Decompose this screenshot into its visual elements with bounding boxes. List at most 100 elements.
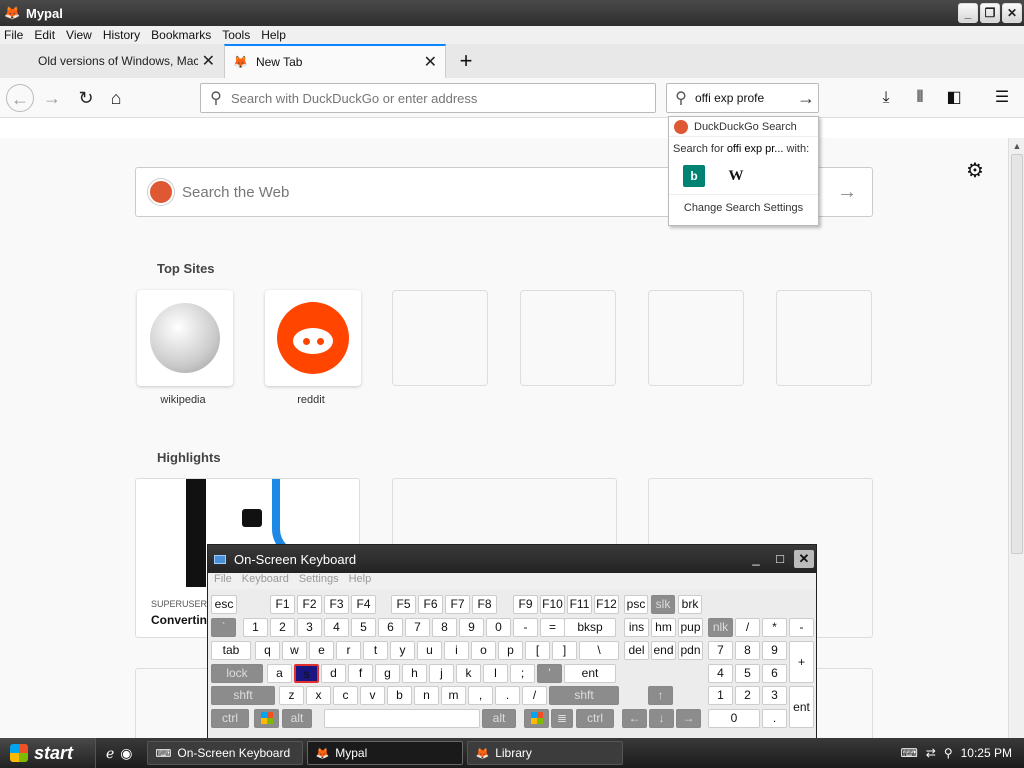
- osk-key[interactable]: -: [789, 618, 814, 637]
- home-icon[interactable]: ⌂: [102, 84, 130, 112]
- osk-key[interactable]: 3: [762, 686, 787, 705]
- library-icon[interactable]: ⫴: [906, 84, 934, 112]
- internet-explorer-icon[interactable]: ℯ: [106, 745, 114, 762]
- osk-key[interactable]: 4: [708, 664, 733, 683]
- osk-key[interactable]: ←: [622, 709, 647, 728]
- osk-key[interactable]: e: [309, 641, 334, 660]
- osk-key[interactable]: o: [471, 641, 496, 660]
- tab-old-versions[interactable]: Old versions of Windows, Mac and Linux ✕: [20, 44, 223, 78]
- osk-key[interactable]: v: [360, 686, 385, 705]
- osk-windows-key[interactable]: [524, 709, 549, 728]
- url-bar[interactable]: ⚲: [200, 83, 656, 113]
- osk-key[interactable]: ,: [468, 686, 493, 705]
- osk-key[interactable]: 0: [708, 709, 760, 728]
- osk-key[interactable]: pdn: [678, 641, 703, 660]
- osk-key[interactable]: .: [495, 686, 520, 705]
- osk-key[interactable]: bksp: [564, 618, 616, 637]
- osk-key[interactable]: 9: [762, 641, 787, 660]
- osk-key[interactable]: F7: [445, 595, 470, 614]
- osk-key[interactable]: s: [294, 664, 319, 683]
- maximize-button[interactable]: ❐: [980, 3, 1000, 23]
- osk-key[interactable]: F8: [472, 595, 497, 614]
- top-site-wikipedia[interactable]: [137, 290, 233, 386]
- forward-arrow-icon[interactable]: →: [38, 84, 66, 112]
- task-mypal[interactable]: 🦊 Mypal: [306, 741, 463, 765]
- osk-key[interactable]: 0: [486, 618, 511, 637]
- osk-key[interactable]: F6: [418, 595, 443, 614]
- osk-key[interactable]: 1: [243, 618, 268, 637]
- top-site-empty[interactable]: [648, 290, 744, 386]
- hamburger-menu-icon[interactable]: ☰: [988, 84, 1016, 112]
- osk-key[interactable]: 6: [378, 618, 403, 637]
- osk-key[interactable]: ↓: [649, 709, 674, 728]
- osk-key[interactable]: ctrl: [211, 709, 249, 728]
- menu-history[interactable]: History: [103, 28, 140, 42]
- osk-key[interactable]: p: [498, 641, 523, 660]
- osk-key[interactable]: d: [321, 664, 346, 683]
- task-on-screen-keyboard[interactable]: ⌨ On-Screen Keyboard: [146, 741, 303, 765]
- network-icon[interactable]: ⇄: [926, 746, 936, 760]
- osk-key[interactable]: +: [789, 641, 814, 683]
- osk-key[interactable]: x: [306, 686, 331, 705]
- osk-key[interactable]: F4: [351, 595, 376, 614]
- browser-icon[interactable]: ◉: [120, 745, 132, 762]
- osk-key[interactable]: end: [651, 641, 676, 660]
- osk-key[interactable]: 4: [324, 618, 349, 637]
- menu-file[interactable]: File: [4, 28, 23, 42]
- osk-key[interactable]: 7: [405, 618, 430, 637]
- osk-key[interactable]: *: [762, 618, 787, 637]
- osk-key[interactable]: a: [267, 664, 292, 683]
- osk-key[interactable]: \: [579, 641, 619, 660]
- osk-key[interactable]: k: [456, 664, 481, 683]
- bing-icon[interactable]: b: [683, 165, 705, 187]
- osk-maximize-button[interactable]: □: [770, 550, 790, 568]
- osk-key[interactable]: n: [414, 686, 439, 705]
- osk-key[interactable]: g: [375, 664, 400, 683]
- osk-menu-keyboard[interactable]: Keyboard: [242, 573, 289, 589]
- url-input[interactable]: [231, 90, 655, 106]
- osk-key[interactable]: F1: [270, 595, 295, 614]
- osk-key[interactable]: 5: [351, 618, 376, 637]
- osk-key[interactable]: F11: [567, 595, 592, 614]
- reload-icon[interactable]: ↻: [72, 84, 100, 112]
- osk-key[interactable]: ↑: [648, 686, 673, 705]
- search-bar[interactable]: ⚲ offi exp profe →: [666, 83, 819, 113]
- osk-app-key[interactable]: ≣: [551, 709, 573, 728]
- osk-key[interactable]: y: [390, 641, 415, 660]
- menu-edit[interactable]: Edit: [34, 28, 55, 42]
- menu-help[interactable]: Help: [261, 28, 286, 42]
- search-engine-header[interactable]: DuckDuckGo Search: [669, 117, 818, 137]
- scroll-up-icon[interactable]: ▲: [1009, 138, 1024, 154]
- osk-key[interactable]: 2: [735, 686, 760, 705]
- osk-key[interactable]: j: [429, 664, 454, 683]
- task-library[interactable]: 🦊 Library: [466, 741, 623, 765]
- top-site-empty[interactable]: [520, 290, 616, 386]
- menu-tools[interactable]: Tools: [222, 28, 250, 42]
- osk-key[interactable]: alt: [482, 709, 516, 728]
- osk-key[interactable]: /: [522, 686, 547, 705]
- osk-key[interactable]: esc: [211, 595, 237, 614]
- osk-key[interactable]: 2: [270, 618, 295, 637]
- osk-minimize-button[interactable]: _: [746, 550, 766, 568]
- osk-key[interactable]: 8: [432, 618, 457, 637]
- search-tray-icon[interactable]: ⚲: [944, 746, 953, 760]
- osk-key[interactable]: alt: [282, 709, 312, 728]
- sidebar-icon[interactable]: ◧: [940, 84, 968, 112]
- osk-key[interactable]: F2: [297, 595, 322, 614]
- close-button[interactable]: ✕: [1002, 3, 1022, 23]
- osk-key[interactable]: shft: [211, 686, 275, 705]
- menu-view[interactable]: View: [66, 28, 92, 42]
- osk-key[interactable]: lock: [211, 664, 263, 683]
- osk-key[interactable]: brk: [678, 595, 702, 614]
- osk-key[interactable]: r: [336, 641, 361, 660]
- osk-key[interactable]: m: [441, 686, 466, 705]
- osk-key[interactable]: slk: [651, 595, 675, 614]
- tab-close-icon[interactable]: ✕: [202, 51, 215, 71]
- osk-key[interactable]: i: [444, 641, 469, 660]
- osk-menu-help[interactable]: Help: [349, 573, 372, 589]
- osk-key[interactable]: nlk: [708, 618, 733, 637]
- gear-icon[interactable]: ⚙: [966, 158, 984, 183]
- osk-key[interactable]: ': [537, 664, 562, 683]
- osk-key[interactable]: q: [255, 641, 280, 660]
- change-search-settings-link[interactable]: Change Search Settings: [669, 195, 818, 214]
